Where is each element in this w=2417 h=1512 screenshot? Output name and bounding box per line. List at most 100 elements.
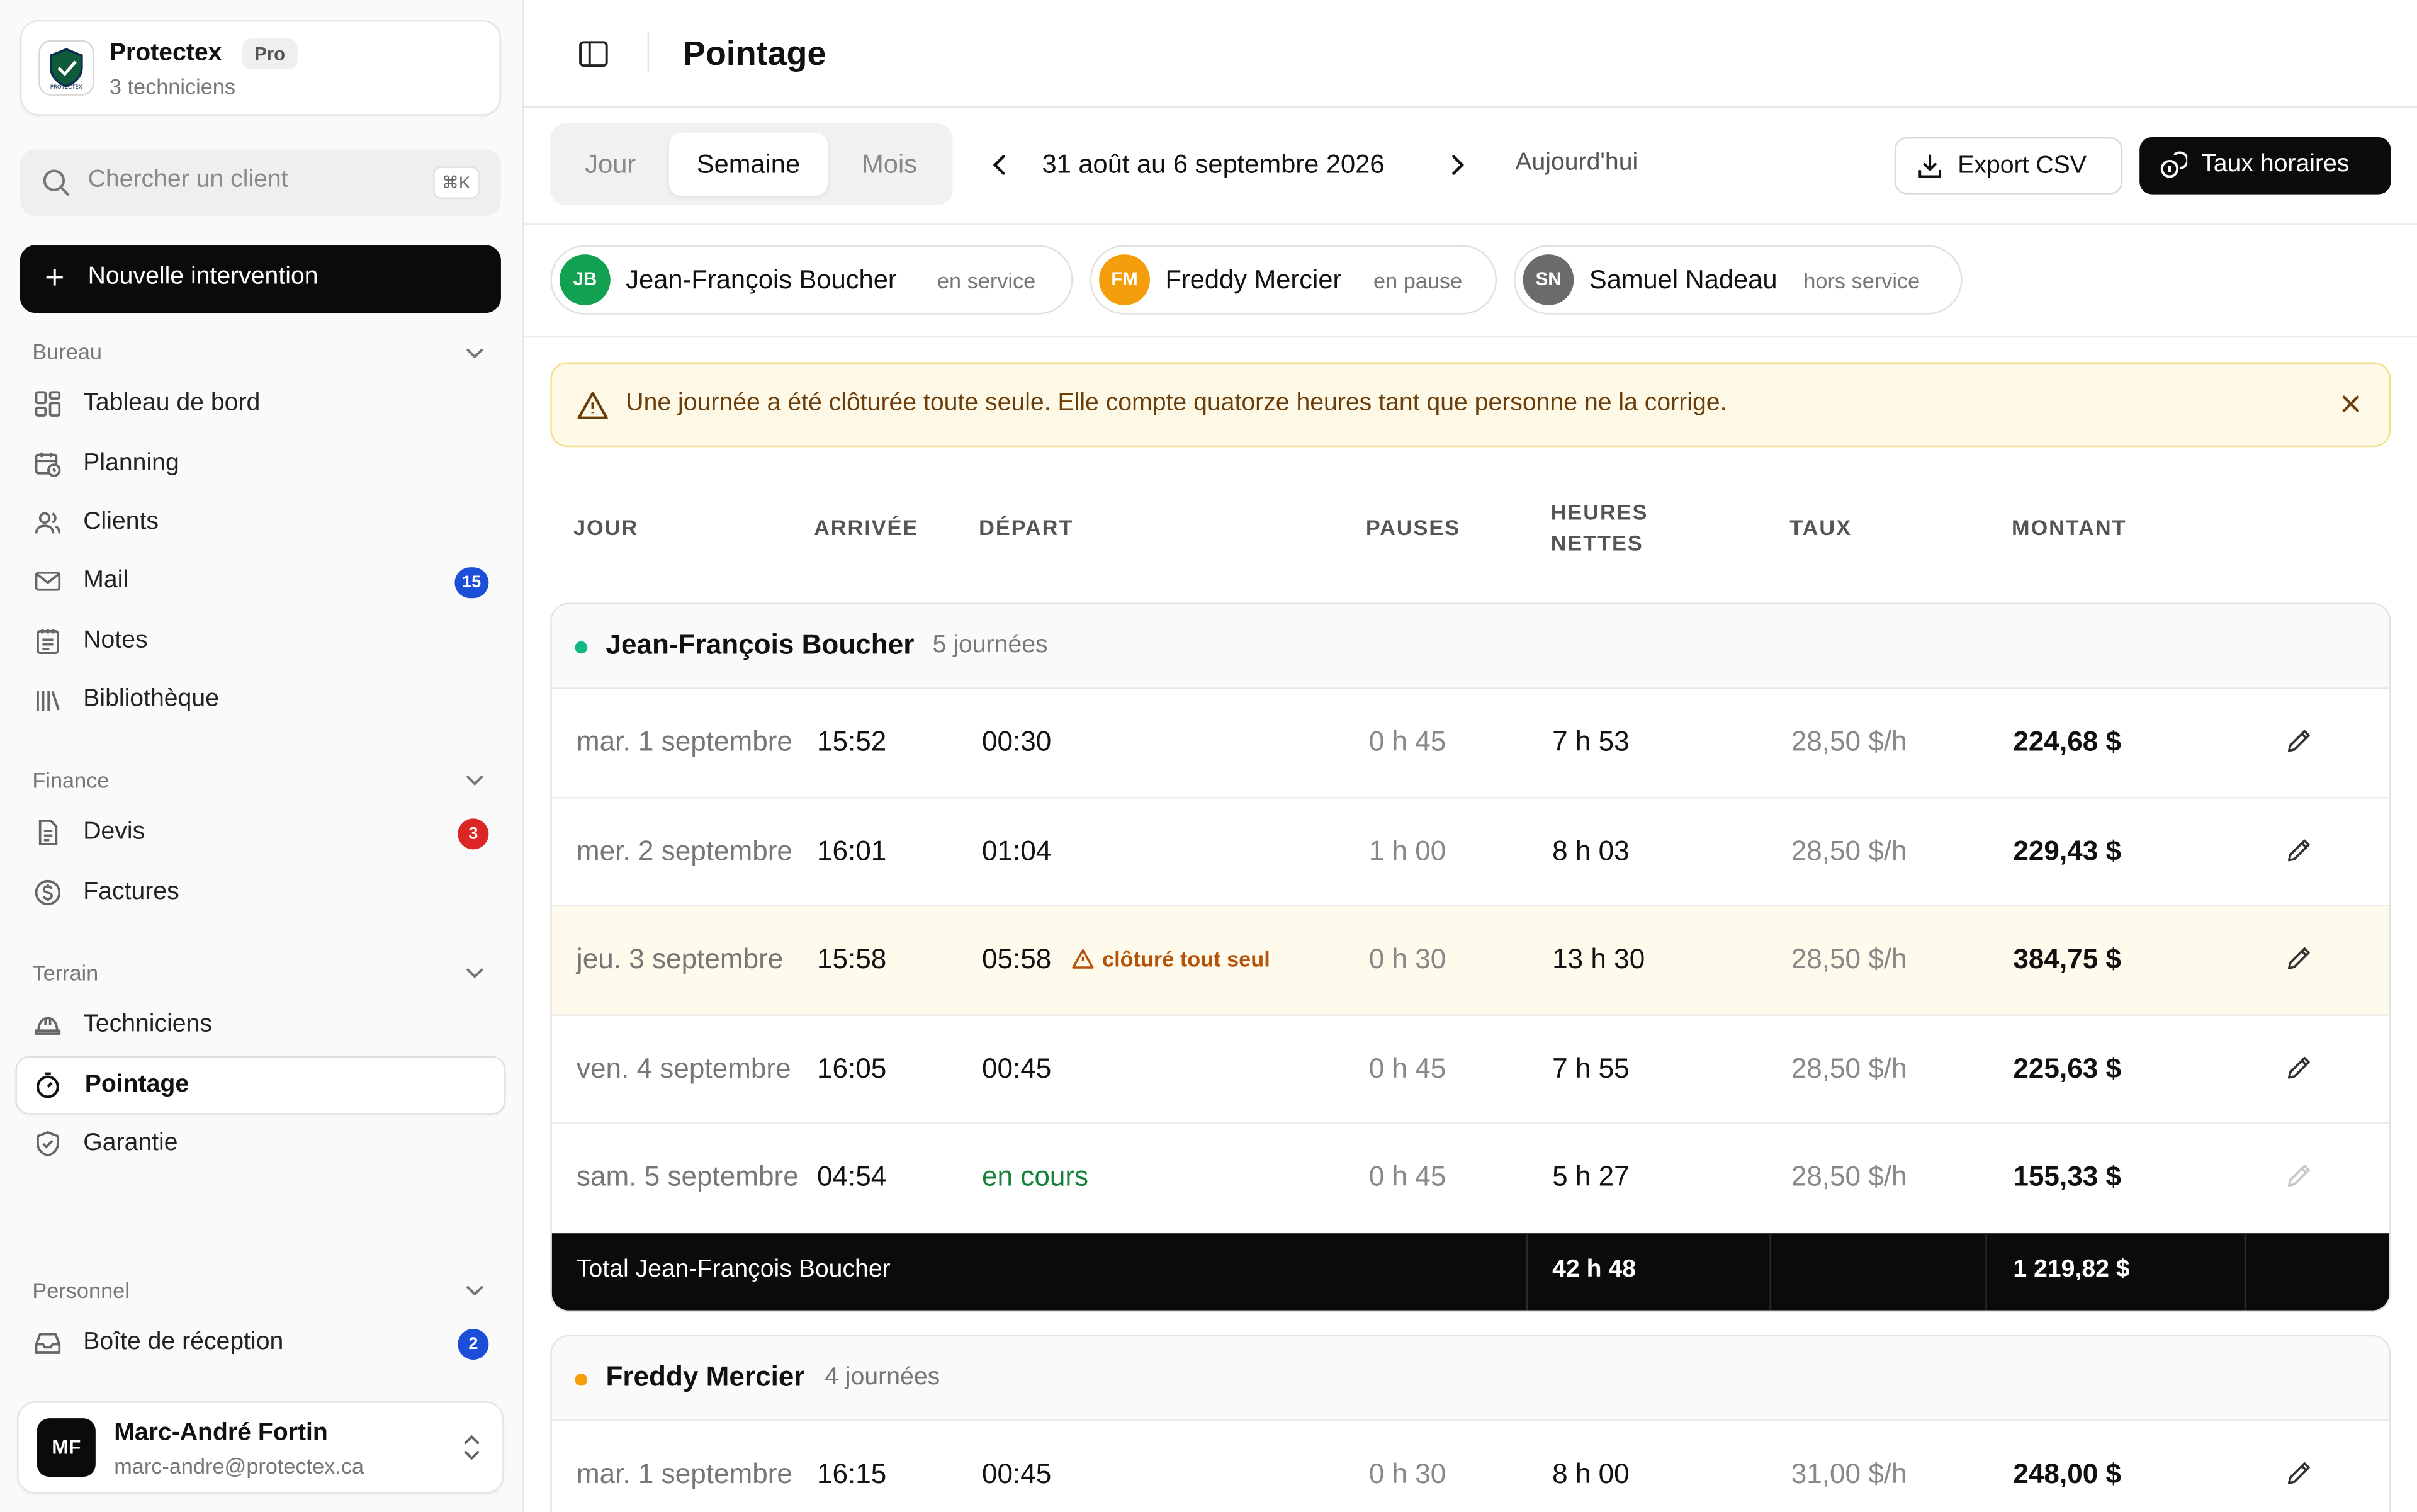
sidebar-item-dashboard[interactable]: Tableau de bord — [15, 375, 505, 433]
cell-departure: 01:04 — [982, 835, 1052, 866]
section-personnel[interactable]: Personnel — [32, 1278, 129, 1302]
pencil-icon[interactable] — [2284, 835, 2314, 872]
sidebar-item-techniciens[interactable]: Techniciens — [15, 996, 505, 1054]
table-row: sam. 5 septembre 04:54 en cours 0 h 45 5… — [552, 1124, 2389, 1233]
download-icon — [1916, 152, 1944, 188]
company-logo: PROTECTEX — [38, 40, 94, 96]
tab-semaine[interactable]: Semaine — [668, 132, 828, 196]
section-bureau[interactable]: Bureau — [32, 339, 102, 364]
cell-day: mar. 1 septembre — [576, 726, 792, 757]
section-finance[interactable]: Finance — [32, 768, 109, 793]
technician-status: en service — [937, 268, 1036, 293]
chevron-down-icon[interactable] — [463, 961, 487, 993]
users-icon — [34, 509, 62, 536]
today-button[interactable]: Aujourd'hui — [1515, 150, 1638, 178]
cell-net-hours: 7 h 55 — [1552, 1052, 1630, 1083]
group-header[interactable]: Freddy Mercier 4 journées — [551, 1336, 2389, 1421]
status-dot — [575, 641, 588, 654]
column-header-arrival: ARRIVÉE — [814, 514, 919, 540]
search-placeholder: Chercher un client — [87, 166, 288, 193]
sidebar-item-devis[interactable]: Devis 3 — [15, 803, 505, 862]
cell-departure: 00:45 — [982, 1458, 1052, 1489]
sidebar-item-factures[interactable]: Factures — [15, 863, 505, 922]
search-input[interactable]: Chercher un client ⌘K — [20, 149, 501, 216]
pencil-icon[interactable] — [2284, 1052, 2314, 1089]
cell-day: mer. 2 septembre — [576, 835, 792, 866]
cell-rate: 31,00 $/h — [1791, 1458, 1907, 1489]
group-header[interactable]: Jean-François Boucher 5 journées — [551, 604, 2389, 689]
cell-breaks: 0 h 45 — [1368, 726, 1446, 757]
technician-group: Freddy Mercier 4 journées mar. 1 septemb… — [550, 1334, 2391, 1512]
sidebar-item-clients[interactable]: Clients — [15, 494, 505, 552]
technician-name: Freddy Mercier — [1165, 265, 1342, 295]
avatar: JB — [559, 254, 611, 305]
sidebar-item-planning[interactable]: Planning — [15, 435, 505, 494]
inbox-icon — [34, 1329, 62, 1357]
cell-day: jeu. 3 septembre — [576, 943, 784, 974]
cell-departure: 05:58 — [982, 943, 1052, 974]
close-icon[interactable] — [2338, 392, 2363, 424]
column-header-breaks: PAUSES — [1365, 514, 1461, 540]
view-segmented-control: Jour Semaine Mois — [550, 123, 953, 205]
sidebar-item-pointage[interactable]: Pointage — [15, 1056, 506, 1115]
total-label: Total Jean-François Boucher — [576, 1255, 891, 1282]
dashboard-icon — [34, 390, 62, 418]
chevron-right-icon[interactable] — [1443, 151, 1470, 186]
sidebar-item-inbox[interactable]: Boîte de réception 2 — [15, 1314, 505, 1372]
sidebar-item-label: Mail — [83, 567, 129, 594]
date-range: 31 août au 6 septembre 2026 — [1042, 149, 1385, 179]
export-csv-button[interactable]: Export CSV — [1894, 137, 2123, 195]
technician-status: hors service — [1803, 268, 1920, 293]
cell-net-hours: 8 h 00 — [1552, 1458, 1630, 1489]
cell-breaks: 0 h 30 — [1368, 1458, 1446, 1489]
sidebar-item-mail[interactable]: Mail 15 — [15, 552, 505, 611]
cell-arrival: 15:52 — [816, 726, 887, 757]
coins-icon — [2160, 151, 2189, 186]
column-header-net-hours-2: NETTES — [1550, 530, 1643, 555]
sidebar-item-label: Factures — [83, 878, 179, 905]
cell-amount: 229,43 $ — [2013, 835, 2122, 866]
chevron-left-icon[interactable] — [986, 151, 1014, 186]
sidebar-item-notes[interactable]: Notes — [15, 612, 505, 670]
chevron-up-down-icon — [459, 1432, 484, 1470]
page-title: Pointage — [682, 33, 826, 73]
main-content: Pointage Jour Semaine Mois 31 août au 6 … — [524, 0, 2417, 1512]
chevron-down-icon[interactable] — [463, 768, 487, 800]
user-menu[interactable]: MF Marc-André Fortin marc-andre@protecte… — [16, 1401, 504, 1494]
library-icon — [34, 686, 62, 714]
pencil-icon-disabled — [2284, 1161, 2314, 1198]
org-switcher[interactable]: PROTECTEX Protectex Pro 3 techniciens — [20, 20, 501, 116]
keyboard-shortcut: ⌘K — [432, 166, 480, 199]
auto-closed-label: clôturé tout seul — [1102, 946, 1270, 971]
calendar-clock-icon — [34, 450, 62, 478]
technician-name: Samuel Nadeau — [1589, 265, 1778, 295]
tab-mois[interactable]: Mois — [835, 133, 943, 196]
technician-chip[interactable]: SN Samuel Nadeau hors service — [1513, 245, 1963, 315]
cell-departure: 00:45 — [982, 1052, 1052, 1083]
pencil-icon[interactable] — [2284, 944, 2314, 981]
table-row-flagged: jeu. 3 septembre 15:58 05:58 clôturé tou… — [551, 906, 2389, 1015]
group-total-row: Total Jean-François Boucher 42 h 48 1 21… — [551, 1232, 2389, 1310]
technician-name: Jean-François Boucher — [626, 265, 897, 295]
pencil-icon[interactable] — [2284, 1458, 2314, 1496]
pencil-icon[interactable] — [2284, 726, 2314, 763]
top-bar: Pointage — [524, 0, 2417, 108]
new-intervention-button[interactable]: + Nouvelle intervention — [20, 245, 501, 313]
plus-icon: + — [45, 257, 65, 296]
technician-chip[interactable]: JB Jean-François Boucher en service — [550, 245, 1073, 315]
cell-arrival: 04:54 — [816, 1161, 887, 1192]
column-header-amount: MONTANT — [2011, 514, 2127, 540]
section-terrain[interactable]: Terrain — [32, 961, 98, 985]
sidebar-toggle-icon[interactable] — [578, 38, 609, 77]
cell-day: mar. 1 septembre — [576, 1458, 792, 1489]
warning-text: Une journée a été clôturée toute seule. … — [626, 390, 1727, 417]
sidebar-item-library[interactable]: Bibliothèque — [15, 670, 505, 729]
status-dot — [575, 1374, 588, 1386]
chevron-down-icon[interactable] — [463, 341, 487, 373]
hourly-rates-button[interactable]: Taux horaires — [2139, 137, 2391, 195]
dollar-circle-icon — [34, 879, 62, 906]
technician-chip[interactable]: FM Freddy Mercier en pause — [1090, 245, 1497, 315]
chevron-down-icon[interactable] — [463, 1278, 487, 1310]
sidebar-item-garantie[interactable]: Garantie — [15, 1115, 505, 1173]
tab-jour[interactable]: Jour — [560, 133, 662, 196]
